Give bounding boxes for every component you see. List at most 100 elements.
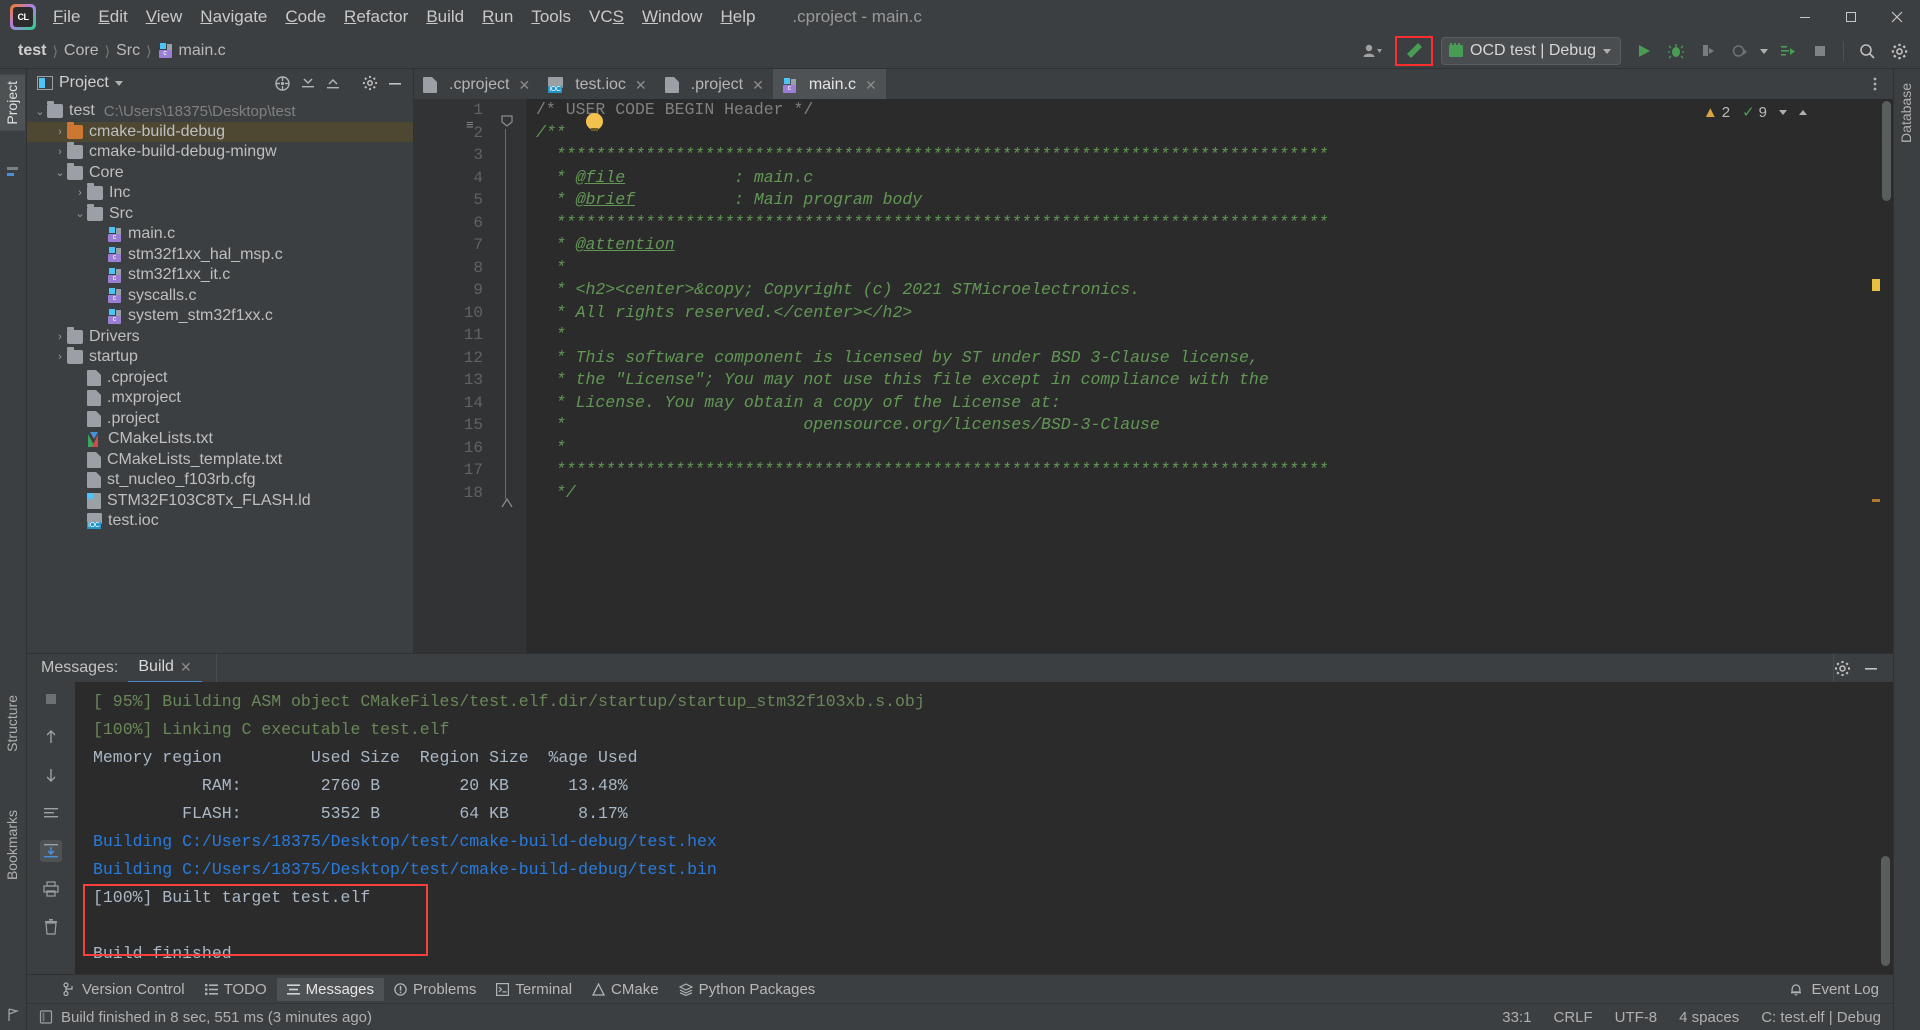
tree-expand-arrow[interactable]: ⌄ bbox=[53, 166, 67, 179]
hide-panel-icon[interactable] bbox=[387, 75, 403, 91]
tree-node[interactable]: › Inc bbox=[27, 183, 413, 204]
tree-node[interactable]: c stm32f1xx_hal_msp.c bbox=[27, 245, 413, 266]
tool-window-version-control[interactable]: Version Control bbox=[53, 978, 195, 1001]
tree-node[interactable]: › startup bbox=[27, 347, 413, 368]
close-build-tab-icon[interactable]: ✕ bbox=[180, 659, 192, 676]
tool-window-terminal[interactable]: Terminal bbox=[486, 978, 582, 1001]
breadcrumb-src[interactable]: Src bbox=[112, 40, 144, 62]
tree-node[interactable]: .cproject bbox=[27, 368, 413, 389]
scrollbar-marker[interactable] bbox=[1872, 499, 1880, 502]
project-tree[interactable]: ⌄ test C:\Users\18375\Desktop\test › cmake-b… bbox=[27, 97, 413, 653]
tree-expand-arrow[interactable]: ⌄ bbox=[33, 105, 47, 118]
menu-navigate[interactable]: Navigate bbox=[191, 3, 276, 31]
menu-tools[interactable]: Tools bbox=[522, 3, 580, 31]
tree-expand-arrow[interactable]: ⌄ bbox=[73, 207, 87, 220]
tree-node[interactable]: STM32F103C8Tx_FLASH.ld bbox=[27, 491, 413, 512]
minimize-button[interactable] bbox=[1782, 0, 1828, 34]
build-config-indicator[interactable]: C: test.elf | Debug bbox=[1761, 1009, 1881, 1026]
previous-occurrence-icon[interactable] bbox=[40, 726, 62, 748]
tree-node[interactable]: CMakeLists_template.txt bbox=[27, 450, 413, 471]
breadcrumb-test[interactable]: test bbox=[14, 40, 50, 62]
tool-strip-bookmarks[interactable]: Bookmarks bbox=[0, 804, 25, 886]
code-line[interactable]: * opensource.org/licenses/BSD-3-Clause bbox=[536, 414, 1893, 437]
expand-all-icon[interactable] bbox=[300, 75, 316, 91]
tree-node[interactable]: ⌄ Core bbox=[27, 162, 413, 184]
run-configuration-selector[interactable]: OCD test | Debug bbox=[1441, 37, 1621, 65]
tree-node[interactable]: c syscalls.c bbox=[27, 286, 413, 307]
code-line[interactable]: * All rights reserved.</center></h2> bbox=[536, 302, 1893, 325]
menu-build[interactable]: Build bbox=[417, 3, 473, 31]
menu-file[interactable]: File bbox=[44, 3, 89, 31]
code-line[interactable]: ****************************************… bbox=[536, 459, 1893, 482]
tree-node[interactable]: CMakeLists.txt bbox=[27, 429, 413, 450]
menu-view[interactable]: View bbox=[137, 3, 192, 31]
indent-setting[interactable]: 4 spaces bbox=[1679, 1009, 1739, 1026]
tree-node[interactable]: IOC test.ioc bbox=[27, 511, 413, 532]
code-line[interactable]: * bbox=[536, 257, 1893, 280]
editor-vertical-scrollbar[interactable] bbox=[1882, 99, 1891, 653]
account-button[interactable] bbox=[1351, 37, 1393, 65]
project-title-group[interactable]: Project bbox=[37, 74, 123, 92]
menu-edit[interactable]: Edit bbox=[89, 3, 136, 31]
tool-window-python-packages[interactable]: Python Packages bbox=[669, 978, 826, 1001]
project-settings-gear-icon[interactable] bbox=[350, 75, 378, 91]
tree-expand-arrow[interactable]: › bbox=[53, 331, 67, 343]
scroll-to-end-icon[interactable] bbox=[40, 840, 62, 862]
fold-collapse-icon[interactable] bbox=[500, 114, 514, 128]
inspection-widget[interactable]: ▲ 2 ✓ 9 bbox=[1703, 103, 1807, 121]
code-line[interactable]: /* USER CODE BEGIN Header */ bbox=[536, 99, 1893, 122]
code-line[interactable]: * bbox=[536, 437, 1893, 460]
tool-strip-structure[interactable]: Structure bbox=[0, 689, 25, 758]
print-icon[interactable] bbox=[40, 878, 62, 900]
close-tab-icon[interactable]: ✕ bbox=[752, 77, 764, 94]
breadcrumb-core[interactable]: Core bbox=[60, 40, 103, 62]
tool-window-cmake[interactable]: CMake bbox=[582, 978, 669, 1001]
code-editor[interactable]: 1 2 3 4 5 6 7 8 9 10 11 12 13 14 15 16 17 18 ≡ bbox=[414, 99, 1893, 653]
tree-node[interactable]: st_nucleo_f103rb.cfg bbox=[27, 470, 413, 491]
tree-node[interactable]: c main.c bbox=[27, 224, 413, 245]
build-project-button[interactable] bbox=[1395, 36, 1434, 66]
scrollbar-thumb[interactable] bbox=[1882, 101, 1891, 201]
code-line[interactable]: */ bbox=[536, 482, 1893, 505]
tool-window-messages[interactable]: Messages bbox=[276, 977, 384, 1001]
tree-expand-arrow[interactable]: › bbox=[53, 351, 67, 363]
menu-help[interactable]: Help bbox=[711, 3, 764, 31]
tree-node[interactable]: .mxproject bbox=[27, 388, 413, 409]
code-line[interactable]: * the "License"; You may not use this fi… bbox=[536, 369, 1893, 392]
tree-node[interactable]: .project bbox=[27, 409, 413, 430]
code-line[interactable]: * License. You may obtain a copy of the … bbox=[536, 392, 1893, 415]
tree-expand-arrow[interactable]: › bbox=[73, 187, 87, 199]
tree-node[interactable]: › Drivers bbox=[27, 326, 413, 348]
hide-build-panel-icon[interactable] bbox=[1863, 660, 1879, 676]
chevron-down-icon[interactable] bbox=[114, 80, 123, 86]
close-tab-icon[interactable]: ✕ bbox=[865, 77, 877, 94]
build-settings-gear-icon[interactable] bbox=[1834, 660, 1851, 677]
editor-tab-main-c[interactable]: c main.c ✕ bbox=[772, 69, 886, 99]
tree-expand-arrow[interactable]: › bbox=[53, 146, 67, 158]
close-button[interactable] bbox=[1874, 0, 1920, 34]
editor-tab-test-ioc[interactable]: IOC test.ioc ✕ bbox=[539, 69, 655, 99]
build-tab[interactable]: Build ✕ bbox=[128, 653, 202, 683]
close-tab-icon[interactable]: ✕ bbox=[518, 77, 530, 94]
build-log[interactable]: [ 95%] Building ASM object CMakeFiles/te… bbox=[75, 682, 1893, 974]
select-opened-file-icon[interactable] bbox=[274, 75, 291, 92]
code-line[interactable]: ****************************************… bbox=[536, 212, 1893, 235]
attach-to-process-button[interactable] bbox=[1693, 37, 1723, 65]
code-line[interactable]: /** bbox=[536, 122, 1893, 145]
caret-position[interactable]: 33:1 bbox=[1502, 1009, 1531, 1026]
tree-node[interactable]: ⌄ Src bbox=[27, 203, 413, 225]
menu-vcs[interactable]: VCS bbox=[580, 3, 633, 31]
tree-node[interactable]: › cmake-build-debug-mingw bbox=[27, 142, 413, 163]
tool-strip-project[interactable]: Project bbox=[0, 75, 25, 131]
tree-node[interactable]: › cmake-build-debug bbox=[27, 121, 413, 142]
menu-refactor[interactable]: Refactor bbox=[335, 3, 417, 31]
fold-gutter[interactable]: ≡ bbox=[466, 99, 526, 653]
editor-tab-options[interactable] bbox=[1867, 69, 1893, 99]
file-encoding[interactable]: UTF-8 bbox=[1615, 1009, 1658, 1026]
next-occurrence-icon[interactable] bbox=[40, 764, 62, 786]
stop-build-icon[interactable] bbox=[40, 688, 62, 710]
menu-window[interactable]: Window bbox=[633, 3, 711, 31]
close-tab-icon[interactable]: ✕ bbox=[635, 77, 647, 94]
code-line[interactable]: * This software component is licensed by… bbox=[536, 347, 1893, 370]
menu-code[interactable]: Code bbox=[276, 3, 335, 31]
